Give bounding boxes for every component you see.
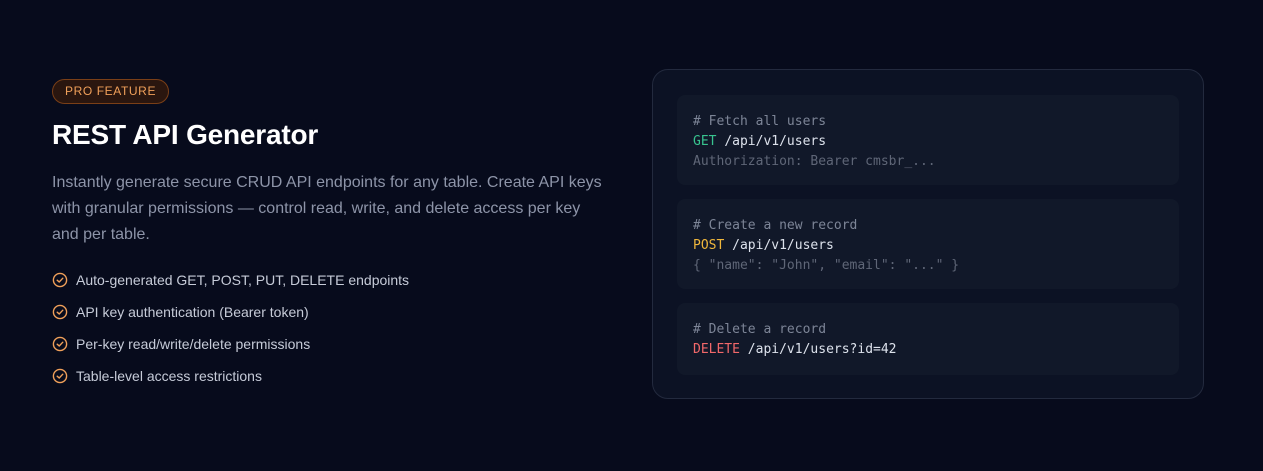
feature-item: API key authentication (Bearer token) xyxy=(52,296,612,328)
request-line: POST /api/v1/users xyxy=(693,236,1163,256)
code-block-get: # Fetch all users GET /api/v1/users Auth… xyxy=(677,95,1179,185)
http-method: POST xyxy=(693,238,725,253)
feature-list: Auto-generated GET, POST, PUT, DELETE en… xyxy=(52,264,612,392)
pro-feature-badge: PRO FEATURE xyxy=(52,79,170,104)
feature-label: API key authentication (Bearer token) xyxy=(76,304,309,320)
endpoint-path: /api/v1/users xyxy=(724,134,827,149)
request-body: { "name": "John", "email": "..." } xyxy=(693,258,960,273)
check-circle-icon xyxy=(52,368,68,384)
code-comment: # Delete a record xyxy=(693,322,827,337)
feature-description: Instantly generate secure CRUD API endpo… xyxy=(52,174,602,243)
feature-title: REST API Generator xyxy=(52,119,319,150)
check-circle-icon xyxy=(52,304,68,320)
http-method: DELETE xyxy=(693,342,740,357)
code-block-post: # Create a new record POST /api/v1/users… xyxy=(677,199,1179,289)
feature-info: PRO FEATURE REST API Generator Instantly… xyxy=(52,79,612,392)
feature-item: Table-level access restrictions xyxy=(52,360,612,392)
endpoint-path: /api/v1/users?id=42 xyxy=(747,342,897,357)
feature-label: Per-key read/write/delete permissions xyxy=(76,336,311,352)
request-header: Authorization: Bearer cmsbr_... xyxy=(693,154,936,169)
feature-item: Per-key read/write/delete permissions xyxy=(52,328,612,360)
check-circle-icon xyxy=(52,336,68,352)
check-circle-icon xyxy=(52,272,68,288)
request-line: DELETE /api/v1/users?id=42 xyxy=(693,340,1163,360)
feature-item: Auto-generated GET, POST, PUT, DELETE en… xyxy=(52,264,612,296)
endpoint-path: /api/v1/users xyxy=(732,238,834,253)
feature-label: Table-level access restrictions xyxy=(76,368,262,384)
pro-feature-section: PRO FEATURE REST API Generator Instantly… xyxy=(0,0,1263,471)
code-comment: # Fetch all users xyxy=(693,114,827,129)
http-method: GET xyxy=(693,134,717,149)
feature-label: Auto-generated GET, POST, PUT, DELETE en… xyxy=(76,272,410,288)
code-comment: # Create a new record xyxy=(693,218,858,233)
request-line: GET /api/v1/users xyxy=(693,132,1163,152)
code-block-delete: # Delete a record DELETE /api/v1/users?i… xyxy=(677,303,1179,375)
code-examples-card: # Fetch all users GET /api/v1/users Auth… xyxy=(652,69,1204,399)
